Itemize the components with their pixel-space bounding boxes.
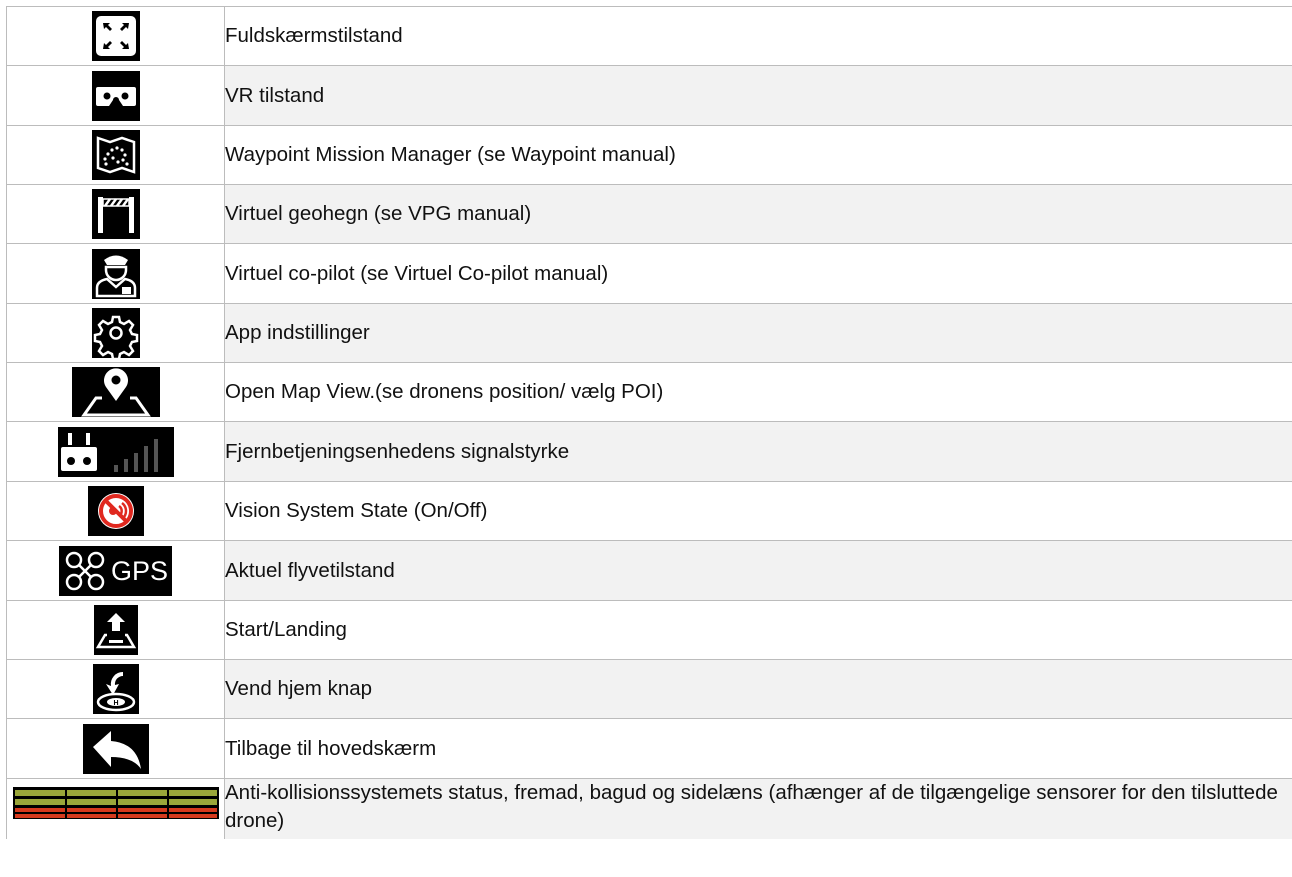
waypoint-map-icon [91, 130, 140, 180]
geofence-barrier-icon [91, 189, 140, 239]
collision-bars-icon [12, 787, 219, 819]
table-row: Virtuel geohegn (se VPG manual) [6, 184, 1292, 244]
row-label: Tilbage til hovedskærm [224, 718, 1292, 779]
icon-cell [6, 600, 225, 660]
back-arrow-icon [82, 723, 149, 774]
row-label: Fjernbetjeningsenhedens signalstyrke [224, 421, 1292, 482]
icon-cell [6, 65, 225, 126]
row-label: Fuldskærmstilstand [224, 6, 1292, 66]
return-home-icon: H [92, 664, 139, 714]
row-label: Start/Landing [224, 600, 1292, 660]
icon-cell [6, 303, 225, 363]
icon-cell [6, 362, 225, 422]
table-row: GPS Aktuel flyvetilstand [6, 540, 1292, 601]
gear-icon [91, 308, 140, 358]
icon-cell [6, 6, 225, 66]
icon-cell [6, 718, 225, 779]
icon-cell [6, 421, 225, 482]
row-label: Virtuel co-pilot (se Virtuel Co-pilot ma… [224, 243, 1292, 304]
svg-text:H: H [113, 700, 118, 707]
row-label: Waypoint Mission Manager (se Waypoint ma… [224, 125, 1292, 185]
table-row: Waypoint Mission Manager (se Waypoint ma… [6, 125, 1292, 185]
table-row: Anti-kollisionssystemets status, fremad,… [6, 778, 1292, 839]
table-row: Start/Landing [6, 600, 1292, 660]
vr-headset-icon [91, 70, 140, 121]
row-label: App indstillinger [224, 303, 1292, 363]
table-row: VR tilstand [6, 65, 1292, 126]
gps-label: GPS [110, 555, 169, 586]
row-label: VR tilstand [224, 65, 1292, 126]
pilot-icon [91, 248, 140, 299]
table-row: Fjernbetjeningsenhedens signalstyrke [6, 421, 1292, 482]
row-label: Vend hjem knap [224, 659, 1292, 719]
icon-cell [6, 243, 225, 304]
table-row: Virtuel co-pilot (se Virtuel Co-pilot ma… [6, 243, 1292, 304]
table-row: Fuldskærmstilstand [6, 6, 1292, 66]
remote-signal-icon [57, 426, 174, 477]
icon-cell: H [6, 659, 225, 719]
icon-cell [6, 125, 225, 185]
takeoff-icon [93, 605, 138, 655]
map-pin-icon [71, 367, 160, 417]
table-row: Open Map View.(se dronens position/ vælg… [6, 362, 1292, 422]
icon-cell: GPS [6, 540, 225, 601]
row-label: Aktuel flyvetilstand [224, 540, 1292, 601]
row-label: Anti-kollisionssystemets status, fremad,… [224, 778, 1292, 839]
fullscreen-icon [91, 11, 140, 61]
vision-off-icon [87, 486, 144, 536]
row-label: Virtuel geohegn (se VPG manual) [224, 184, 1292, 244]
row-label: Open Map View.(se dronens position/ vælg… [224, 362, 1292, 422]
table-row: Tilbage til hovedskærm [6, 718, 1292, 779]
table-row: App indstillinger [6, 303, 1292, 363]
icon-cell [6, 184, 225, 244]
icon-cell [6, 778, 225, 839]
table-row: H Vend hjem knap [6, 659, 1292, 719]
table-row: Vision System State (On/Off) [6, 481, 1292, 541]
row-label: Vision System State (On/Off) [224, 481, 1292, 541]
drone-gps-icon: GPS [58, 545, 173, 596]
icon-legend-table: Fuldskærmstilstand VR tilstand Waypoint … [6, 6, 1292, 839]
icon-cell [6, 481, 225, 541]
